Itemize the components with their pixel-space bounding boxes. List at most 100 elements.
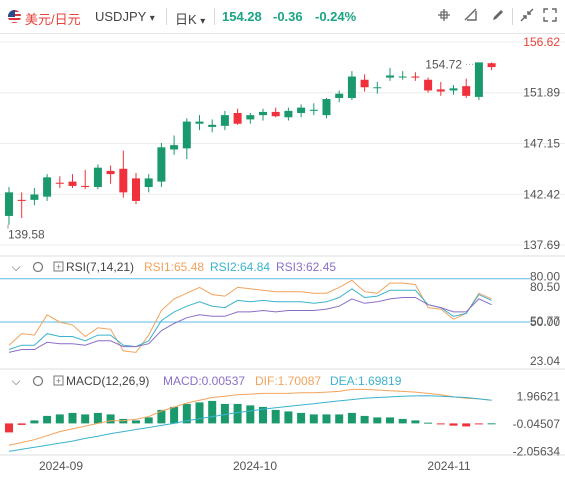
last-price: 154.28 xyxy=(222,9,262,24)
candle-body xyxy=(30,194,39,200)
candle-body xyxy=(170,145,179,150)
macd-histogram-bar xyxy=(233,403,242,424)
candle-body xyxy=(208,124,217,127)
settings-icon xyxy=(32,375,44,387)
macd-histogram-bar xyxy=(335,414,344,424)
rsi2-value: RSI2:64.84 xyxy=(210,260,270,274)
candle-body xyxy=(43,177,52,197)
macd-histogram-bar xyxy=(144,417,153,424)
macd-histogram-bar xyxy=(322,414,331,424)
candle-body xyxy=(474,62,483,97)
candle-body xyxy=(68,181,77,186)
candle-body xyxy=(449,88,458,91)
rsi-title: RSI(7,14,21) xyxy=(66,260,134,274)
macd-histogram-bar xyxy=(5,423,13,433)
price-change-percent: -0.24% xyxy=(315,9,357,24)
macd-histogram-bar xyxy=(93,412,102,424)
candle-body xyxy=(157,147,166,182)
candle-body xyxy=(246,115,255,120)
candle-body xyxy=(195,121,204,124)
macd-histogram-bar xyxy=(30,420,39,424)
candle-body xyxy=(93,167,102,187)
candle-body xyxy=(462,86,471,96)
macd-histogram-bar xyxy=(487,423,496,425)
macd-histogram-bar xyxy=(271,409,280,424)
macd-title: MACD(12,26,9) xyxy=(66,374,149,388)
candle-body xyxy=(309,109,318,111)
fullscreen-icon[interactable] xyxy=(541,8,559,26)
macd-histogram-bar xyxy=(132,420,140,424)
draw-icon[interactable] xyxy=(489,8,507,26)
candle-body xyxy=(132,178,140,201)
macd-histogram-bar xyxy=(386,417,394,424)
rsi2-line xyxy=(8,288,492,350)
macd-histogram-bar xyxy=(449,423,458,426)
us-flag-icon xyxy=(8,10,21,23)
macd-histogram-bar xyxy=(474,423,483,425)
toolbar-divider xyxy=(166,8,167,25)
candle-body xyxy=(81,185,90,187)
candle-body xyxy=(436,89,445,92)
macd-histogram-bar xyxy=(297,412,306,424)
candle-body xyxy=(55,182,64,184)
macd-axis-label: 1.96621 xyxy=(517,390,561,404)
candle-body xyxy=(373,87,382,89)
macd-histogram-bar xyxy=(81,414,90,424)
macd-histogram-bar xyxy=(309,414,318,424)
chevron-down-icon: ▾ xyxy=(200,16,206,27)
high-price-label: 154.72 xyxy=(425,57,462,71)
dea-value: DEA:1.69819 xyxy=(330,374,402,388)
chart-toolbar: 美元/日元 USDJPY ▾ 日K ▾ 154.28 -0.36 -0.24% xyxy=(0,0,565,34)
candle-body xyxy=(297,107,306,113)
x-axis-label: 2024-11 xyxy=(427,459,470,473)
candle-body xyxy=(284,110,293,118)
macd-histogram-bar xyxy=(17,423,26,425)
candle-body xyxy=(220,115,229,126)
candle-body xyxy=(424,79,433,91)
candle-body xyxy=(233,112,242,124)
macd-histogram-bar xyxy=(347,412,356,424)
plus-icon: + xyxy=(56,376,61,386)
x-axis-label: 2024-09 xyxy=(39,459,83,473)
macd-axis-label: -2.05634 xyxy=(513,444,561,458)
candle-body xyxy=(119,168,128,193)
period-selector[interactable]: 日K ▾ xyxy=(175,9,205,28)
candle-body xyxy=(347,76,356,98)
macd-histogram-bar xyxy=(411,420,420,424)
price-axis-label: 156.62 xyxy=(523,35,560,49)
macd-histogram-bar xyxy=(284,411,293,424)
period-label: 日K xyxy=(175,12,197,27)
price-axis-label: 147.15 xyxy=(523,137,560,151)
crosshair-icon[interactable] xyxy=(435,8,453,26)
rsi1-line xyxy=(8,279,492,353)
symbol-selector[interactable]: USDJPY ▾ xyxy=(95,9,155,24)
candle-body xyxy=(106,170,115,175)
macd-histogram-bar xyxy=(360,415,369,424)
pair-label[interactable]: 美元/日元 xyxy=(25,9,81,28)
rsi3-line xyxy=(8,297,492,353)
dif-value: DIF:1.70087 xyxy=(255,374,321,388)
candle-body xyxy=(17,199,26,201)
rsi3-value: RSI3:62.45 xyxy=(276,260,336,274)
candle-body xyxy=(5,192,13,216)
price-change: -0.36 xyxy=(273,9,303,24)
toolbar-divider xyxy=(214,8,215,25)
chevron-down-icon: ▾ xyxy=(149,13,155,24)
collapse-icon[interactable] xyxy=(518,8,536,26)
candle-body xyxy=(259,111,267,116)
macd-histogram-bar xyxy=(436,423,445,425)
rsi-axis-label: 50.77 xyxy=(530,314,560,328)
candle-body xyxy=(271,111,280,117)
collapse-icon: ⌵ xyxy=(11,374,20,388)
candle-body xyxy=(386,75,394,78)
price-axis-label: 142.42 xyxy=(523,187,560,201)
measure-icon[interactable] xyxy=(462,8,480,26)
macd-histogram-bar xyxy=(373,417,382,424)
candle-body xyxy=(398,76,407,78)
macd-histogram-bar xyxy=(208,400,217,424)
macd-histogram-bar xyxy=(68,412,77,424)
chart-canvas[interactable]: 156.62 151.89 147.15 142.42 137.69 154.72 139.… xyxy=(0,33,565,478)
price-axis-label: 137.69 xyxy=(523,238,560,252)
macd-value: MACD:0.00537 xyxy=(163,374,245,388)
price-axis-label: 151.89 xyxy=(523,86,560,100)
